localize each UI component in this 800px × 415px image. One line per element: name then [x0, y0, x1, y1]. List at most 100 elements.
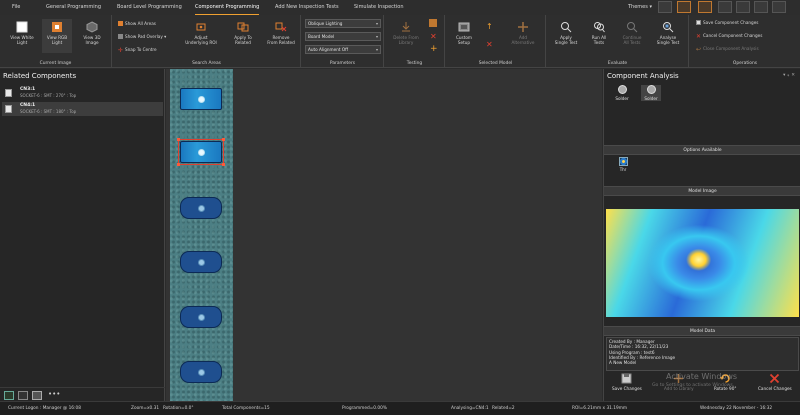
layout-icon[interactable] — [18, 391, 28, 400]
model-image — [606, 209, 799, 317]
algorithm-solder-1[interactable]: Solder — [612, 85, 632, 101]
tab-general-programming[interactable]: General Programming — [46, 0, 101, 15]
resize-handle[interactable] — [177, 163, 180, 166]
save-component-changes-button[interactable]: Save Component Changes — [696, 20, 758, 26]
adjust-underlying-roi-button[interactable]: Adjust Underlying ROI — [179, 21, 223, 45]
show-all-areas-toggle[interactable]: Show All Areas — [118, 21, 156, 27]
status-analysing: Analysing=CN4:1 — [451, 406, 489, 411]
tab-simulate-inspection[interactable]: Simulate Inspection — [354, 0, 404, 15]
list-item[interactable]: CN4:1 SOCKET-6 : SMT : 180° : Top — [2, 102, 163, 116]
themes-label: Themes — [628, 4, 648, 10]
arrow-left-icon: ↩ — [696, 46, 702, 53]
cube-icon — [86, 21, 98, 33]
apply-to-related-button[interactable]: Apply To Related — [227, 21, 259, 45]
roi-selection[interactable] — [177, 138, 225, 166]
close-component-analysis-button[interactable]: ↩ Close Component Analysis — [696, 46, 759, 53]
panel-title: Component Analysis — [607, 72, 679, 80]
panel-title: Related Components — [3, 72, 77, 80]
crosshair-icon: ✛ — [118, 47, 124, 54]
camera-icon[interactable] — [677, 1, 691, 13]
keyboard-icon[interactable] — [736, 1, 750, 13]
tab-component-programming[interactable]: Component Programming — [195, 0, 260, 15]
apply-single-test-button[interactable]: Apply Single Test — [551, 21, 581, 45]
group-label: Current Image — [39, 61, 72, 66]
library-icon[interactable] — [429, 19, 437, 27]
socket-pad[interactable] — [180, 197, 222, 219]
cancel-component-changes-button[interactable]: ✕ Cancel Component Changes — [696, 33, 762, 40]
socket-pad[interactable] — [180, 361, 222, 383]
themes-menu[interactable]: Themes ▾ — [628, 0, 652, 15]
board-canvas[interactable] — [166, 69, 602, 401]
cancel-icon — [770, 373, 780, 384]
component-analysis-panel: Component Analysis ▾ᵩ✕ Solder Solder Opt… — [603, 69, 800, 401]
delete-from-library-button[interactable]: Delete From Library — [389, 21, 423, 45]
view-white-light-button[interactable]: View White Light — [6, 21, 38, 45]
model-select[interactable]: Board Model ▾ — [305, 32, 381, 41]
resize-handle[interactable] — [222, 163, 225, 166]
remove-from-related-button[interactable]: Remove From Related — [263, 21, 299, 45]
user-icon[interactable] — [658, 1, 672, 13]
status-logon: Current Logon : Manager @ 16:08 — [8, 406, 81, 411]
pad-hole — [198, 259, 205, 266]
monitor-icon[interactable] — [772, 1, 786, 13]
chevron-down-icon: ▾ — [649, 4, 652, 10]
algorithm-solder-2[interactable]: Solder — [641, 85, 661, 101]
socket-pad[interactable] — [180, 306, 222, 328]
tab-board-level-programming[interactable]: Board Level Programming — [117, 0, 182, 15]
activate-windows-subtext: Go to Settings to activate Windows. — [652, 383, 735, 388]
delete-icon[interactable]: ✕ — [430, 33, 437, 41]
add-alternative-button[interactable]: Add Alternative — [504, 21, 542, 45]
tab-add-new-inspection-tests[interactable]: Add New Inspection Tests — [275, 0, 339, 15]
more-icon[interactable]: ••• — [48, 390, 60, 398]
lighting-icon[interactable] — [698, 1, 712, 13]
image-view-icon[interactable] — [4, 391, 14, 400]
resize-handle[interactable] — [177, 138, 180, 141]
list-item[interactable]: CN3:1 SOCKET-6 : SMT : 270° : Top — [2, 86, 163, 100]
overlay-icon — [118, 34, 123, 39]
alignment-select[interactable]: Auto Alignment Off ▾ — [305, 45, 381, 54]
solder-icon — [617, 85, 627, 94]
analyse-single-test-button[interactable]: Analyse Single Test — [651, 21, 685, 45]
activate-windows-watermark: Activate Windows — [666, 372, 738, 381]
remove-icon[interactable]: ✕ — [486, 41, 493, 49]
help-icon[interactable] — [754, 1, 768, 13]
close-icon[interactable]: ✕ — [791, 73, 797, 78]
model-image-header: Model Image — [604, 186, 800, 196]
socket-pad[interactable] — [180, 251, 222, 273]
unlink-icon — [275, 22, 287, 32]
board-image — [170, 69, 233, 401]
tab-file[interactable]: File — [12, 0, 20, 15]
settings-icon[interactable] — [718, 1, 732, 13]
continue-icon — [627, 22, 638, 33]
add-icon[interactable]: + — [430, 45, 438, 54]
roi-icon — [196, 23, 206, 31]
group-current-image: View White Light View RGB Light View 3D … — [0, 15, 112, 68]
status-related: Related=2 — [492, 406, 515, 411]
run-all-tests-button[interactable]: Run All Tests — [585, 21, 613, 45]
link-icon — [237, 22, 249, 32]
show-pad-overlay-toggle[interactable]: Show Pad Overlay ▾ — [118, 34, 166, 40]
cancel-changes-button[interactable]: Cancel Changes — [758, 373, 792, 391]
chevron-down-icon: ▾ — [375, 47, 378, 52]
continue-all-tests-button[interactable]: Continue All Tests — [617, 21, 647, 45]
component-desc: SOCKET-6 : SMT : 180° : Top — [20, 109, 77, 114]
view-3d-image-button[interactable]: View 3D Image — [76, 21, 108, 45]
pad-hole — [198, 96, 205, 103]
resize-handle[interactable] — [222, 138, 225, 141]
group-label: Parameters — [329, 61, 356, 66]
arrow-up-icon[interactable]: ↑ — [486, 23, 493, 31]
status-bar: Current Logon : Manager @ 16:08 Zoom=x0.… — [0, 401, 800, 415]
list-view-icon[interactable] — [32, 391, 42, 400]
areas-icon — [118, 21, 123, 26]
custom-setup-button[interactable]: Custom Setup — [450, 21, 478, 45]
status-total-components: Total Components=15 — [222, 406, 270, 411]
setup-icon — [458, 22, 470, 32]
option-thr[interactable]: Thr — [616, 157, 630, 172]
threshold-icon — [618, 157, 628, 166]
view-rgb-light-button[interactable]: View RGB Light — [42, 19, 72, 53]
lighting-select[interactable]: Oblique Lighting ▾ — [305, 19, 381, 28]
snap-to-centre-toggle[interactable]: ✛ Snap To Centre — [118, 47, 157, 54]
group-label: Testing — [406, 61, 423, 66]
socket-pad[interactable] — [180, 88, 222, 110]
save-changes-button[interactable]: Save Changes — [612, 373, 642, 391]
